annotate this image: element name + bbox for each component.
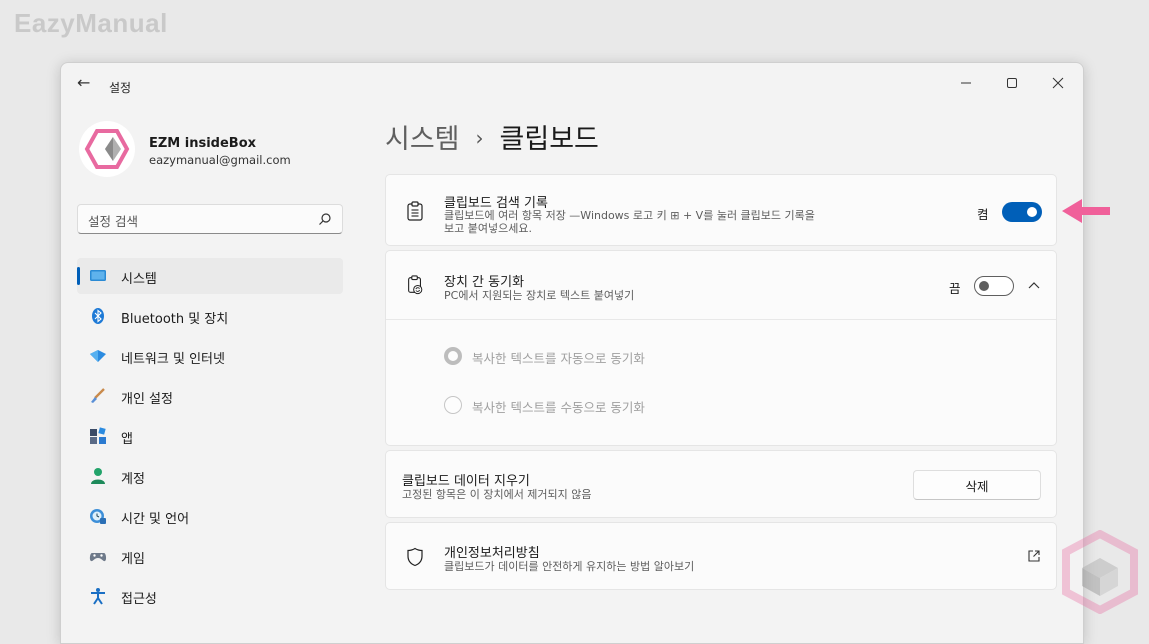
breadcrumb-separator: ›	[475, 126, 484, 150]
sidebar-item-label: 앱	[121, 432, 133, 447]
clipboard-icon	[407, 201, 423, 221]
privacy-card[interactable]: 개인정보처리방침 클립보드가 데이터를 안전하게 유지하는 방법 알아보기	[385, 522, 1057, 590]
brush-icon	[91, 388, 105, 403]
card-description: PC에서 지원되는 장치로 텍스트 붙여넣기	[444, 289, 635, 302]
sidebar-item-accessibility[interactable]: 접근성	[77, 578, 343, 614]
sidebar-item-label: 계정	[121, 472, 145, 487]
page-title: 클립보드	[499, 124, 599, 155]
sidebar-item-system[interactable]: 시스템	[77, 258, 343, 294]
apps-icon	[90, 427, 106, 444]
toggle-knob	[979, 281, 989, 291]
radio-label: 복사한 텍스트를 자동으로 동기화	[472, 351, 645, 366]
clipboard-history-card: 클립보드 검색 기록 클립보드에 여러 항목 저장 —Windows 로고 키 …	[385, 174, 1057, 246]
toggle-state-label: 끔	[949, 281, 961, 296]
bluetooth-icon	[92, 308, 104, 324]
radio-button[interactable]	[444, 396, 462, 414]
card-title: 장치 간 동기화	[444, 275, 525, 290]
watermark-text: EazyManual	[14, 8, 168, 38]
sidebar-item-apps[interactable]: 앱	[77, 418, 343, 454]
sidebar-item-gaming[interactable]: 게임	[77, 538, 343, 574]
annotation-arrow-icon	[1062, 199, 1110, 223]
sync-toggle[interactable]	[974, 276, 1014, 296]
sidebar-item-label: Bluetooth 및 장치	[121, 312, 229, 327]
brand-logo-icon	[1062, 530, 1138, 614]
sidebar-item-network[interactable]: 네트워크 및 인터넷	[77, 338, 343, 374]
shield-icon	[407, 547, 423, 567]
system-icon	[90, 270, 106, 281]
settings-window: ← 설정 EZM insideBox eazymanual@gmail.com …	[60, 62, 1084, 644]
search-placeholder: 설정 검색	[88, 214, 138, 229]
external-link-icon[interactable]	[1027, 549, 1041, 563]
search-icon	[319, 213, 331, 225]
clipboard-history-toggle[interactable]	[1002, 202, 1042, 222]
minimize-icon	[961, 82, 971, 84]
sidebar-item-label: 시간 및 언어	[121, 512, 190, 527]
breadcrumb: 시스템 › 클립보드	[385, 117, 599, 156]
card-description: 고정된 항목은 이 장치에서 제거되지 않음	[402, 488, 592, 501]
minimize-button[interactable]	[943, 69, 989, 97]
close-button[interactable]	[1035, 69, 1081, 97]
sidebar-item-accounts[interactable]: 계정	[77, 458, 343, 494]
avatar[interactable]	[79, 121, 135, 177]
sync-card: 장치 간 동기화 PC에서 지원되는 장치로 텍스트 붙여넣기 끔 복사한 텍스…	[385, 250, 1057, 446]
search-input[interactable]: 설정 검색	[77, 204, 343, 234]
sidebar-item-label: 시스템	[121, 272, 157, 287]
card-title: 클립보드 데이터 지우기	[402, 474, 530, 489]
radio-button[interactable]	[444, 347, 462, 365]
accessibility-icon	[91, 588, 105, 605]
sidebar-item-personalization[interactable]: 개인 설정	[77, 378, 343, 414]
toggle-knob	[1027, 207, 1037, 217]
sidebar-item-label: 접근성	[121, 592, 157, 607]
clear-data-card: 클립보드 데이터 지우기 고정된 항목은 이 장치에서 제거되지 않음 삭제	[385, 450, 1057, 518]
profile-logo-icon	[84, 129, 130, 169]
sidebar-item-label: 네트워크 및 인터넷	[121, 352, 225, 367]
card-description: 클립보드가 데이터를 안전하게 유지하는 방법 알아보기	[444, 560, 695, 573]
back-arrow-icon[interactable]: ←	[77, 73, 90, 92]
title-bar: ← 설정	[61, 63, 1083, 97]
time-language-icon	[90, 509, 106, 524]
account-icon	[91, 468, 105, 484]
toggle-state-label: 켬	[977, 207, 989, 222]
breadcrumb-parent[interactable]: 시스템	[385, 124, 460, 155]
network-icon	[90, 350, 106, 362]
sidebar-item-label: 개인 설정	[121, 392, 173, 407]
sidebar-item-label: 게임	[121, 552, 145, 567]
gaming-icon	[89, 553, 107, 562]
card-description-line1: 클립보드에 여러 항목 저장 —Windows 로고 키 ⊞ + V를 눌러 클…	[444, 209, 815, 222]
sidebar-item-bluetooth[interactable]: Bluetooth 및 장치	[77, 298, 343, 334]
close-icon	[1052, 77, 1064, 89]
sidebar-item-time-language[interactable]: 시간 및 언어	[77, 498, 343, 534]
clipboard-sync-icon	[408, 275, 423, 295]
radio-label: 복사한 텍스트를 수동으로 동기화	[472, 400, 645, 415]
app-title: 설정	[109, 81, 132, 95]
maximize-button[interactable]	[989, 69, 1035, 97]
profile-name: EZM insideBox	[149, 136, 257, 151]
card-title: 개인정보처리방침	[444, 546, 540, 561]
profile-email: eazymanual@gmail.com	[149, 153, 291, 167]
card-description-line2: 보고 붙여넣으세요.	[444, 222, 532, 235]
sidebar-nav: 시스템 Bluetooth 및 장치 네트워크 및 인터넷 개인 설정 앱 계정…	[77, 258, 343, 618]
chevron-up-icon[interactable]	[1027, 280, 1041, 290]
delete-button[interactable]: 삭제	[913, 470, 1041, 500]
maximize-icon	[1007, 78, 1017, 88]
